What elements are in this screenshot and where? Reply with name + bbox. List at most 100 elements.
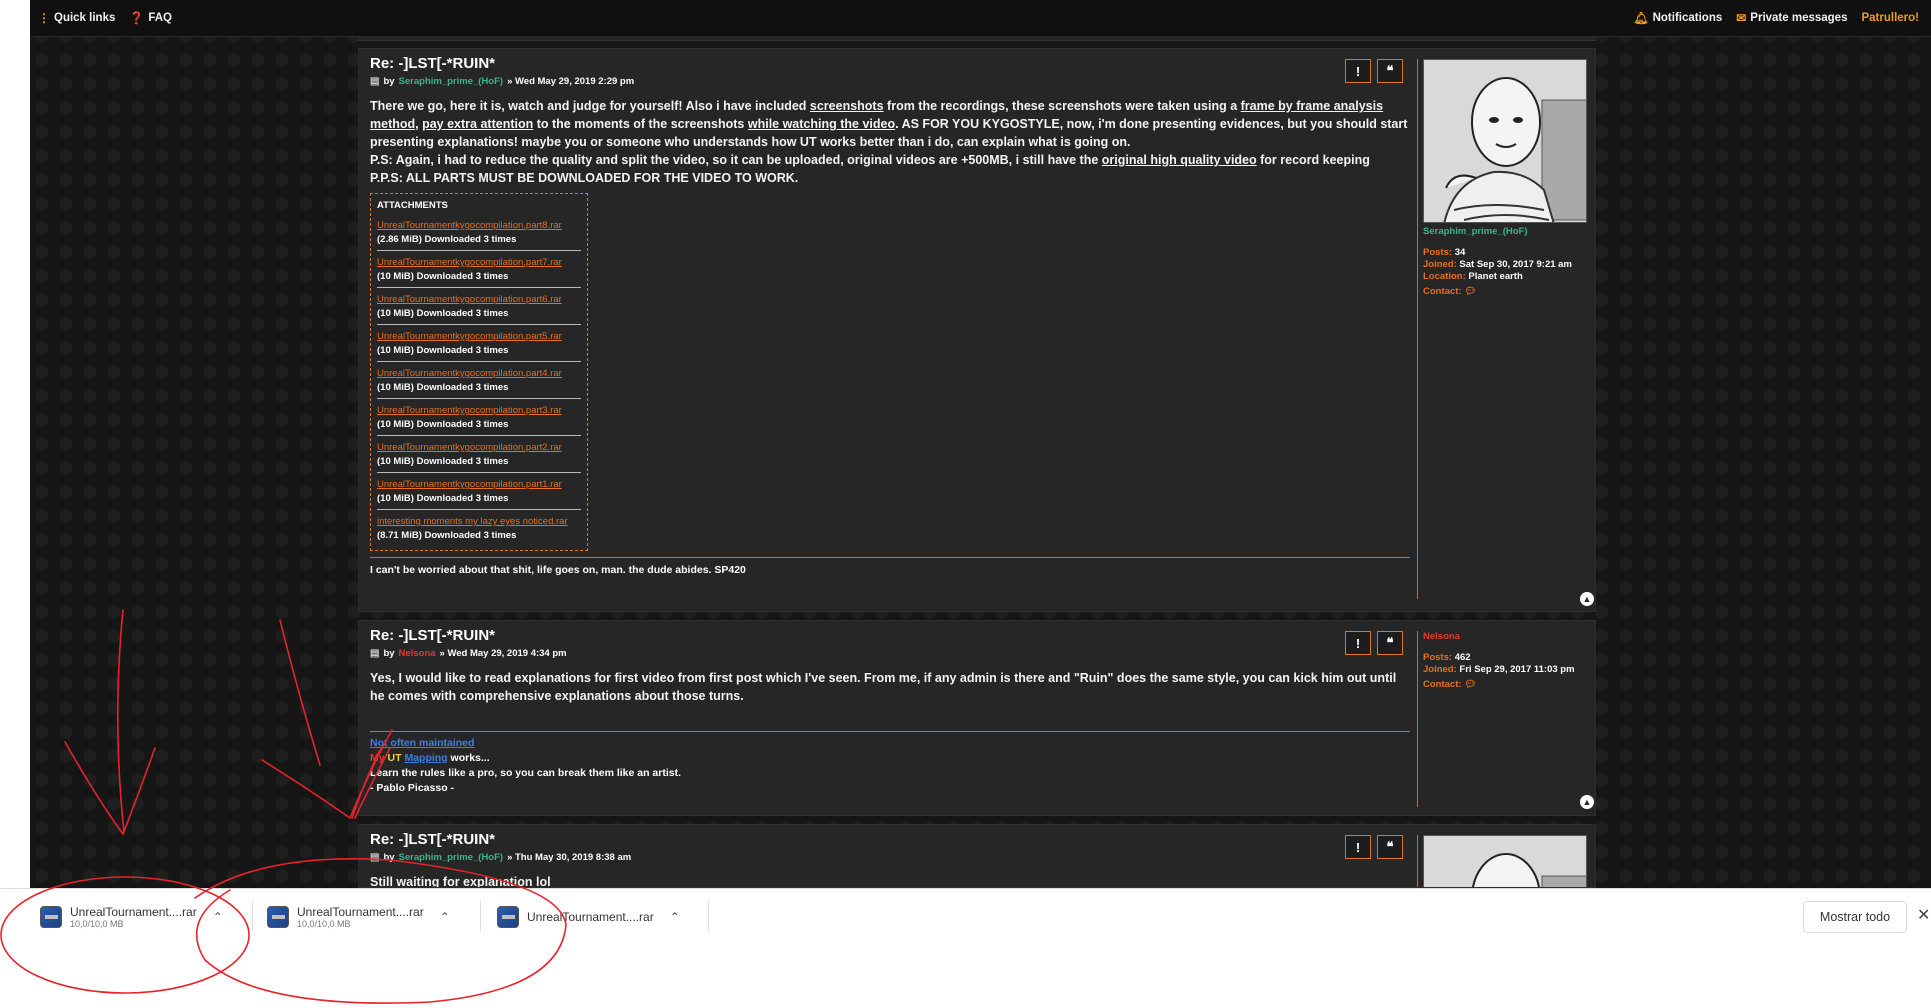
- author-link[interactable]: Nelsona: [399, 648, 436, 659]
- notifications-label: Notifications: [1652, 12, 1723, 24]
- profile-contact: Contact: 💬︎: [1423, 286, 1587, 298]
- location-label: Location:: [1423, 271, 1466, 282]
- notifications-link[interactable]: 🔔︎ Notifications: [1633, 11, 1722, 25]
- chevron-up-icon[interactable]: ⌃: [440, 910, 450, 924]
- close-icon[interactable]: ✕: [1917, 905, 1930, 925]
- top-navbar: ⋮ Quick links ❓ FAQ 🔔︎ Notifications ✉ P…: [30, 0, 1931, 37]
- contact-bubble-icon[interactable]: 💬︎: [1464, 286, 1476, 297]
- contact-bubble-icon[interactable]: 💬︎: [1464, 679, 1476, 690]
- not-often-maintained-link[interactable]: Not often maintained: [370, 737, 474, 749]
- private-messages-link[interactable]: ✉ Private messages: [1736, 11, 1847, 25]
- rar-file-icon: [497, 906, 519, 928]
- document-icon: ▤: [370, 648, 380, 659]
- profile-username[interactable]: Nelsona: [1423, 631, 1575, 642]
- posts-count[interactable]: 462: [1455, 652, 1471, 663]
- divider: [1417, 631, 1418, 807]
- show-all-button[interactable]: Mostrar todo: [1803, 901, 1907, 933]
- separator: [708, 901, 709, 931]
- download-item[interactable]: UnrealTournament....rar 10,0/10,0 MB ⌃: [267, 897, 450, 937]
- post-title[interactable]: Re: -]LST[-*RUIN*: [370, 55, 1410, 73]
- attachment-meta: (10 MiB) Downloaded 3 times: [377, 382, 509, 393]
- back-to-top-icon[interactable]: ▲: [1580, 592, 1594, 606]
- attachment-link[interactable]: UnrealTournamentkygocompilation.part7.ra…: [377, 257, 581, 269]
- attachment-item: UnrealTournamentkygocompilation.part2.ra…: [377, 439, 581, 473]
- separator: [480, 901, 481, 931]
- pay-attention-link[interactable]: pay extra attention: [422, 117, 533, 131]
- attachment-link[interactable]: interesting moments my lazy eyes noticed…: [377, 516, 581, 528]
- post-content: There we go, here it is, watch and judge…: [370, 97, 1410, 187]
- while-watching-link[interactable]: while watching the video: [748, 117, 895, 131]
- profile-username[interactable]: Seraphim_prime_(HoF): [1423, 226, 1587, 237]
- attachment-item: UnrealTournamentkygocompilation.part7.ra…: [377, 254, 581, 288]
- quick-links-menu[interactable]: ⋮ Quick links: [38, 11, 115, 25]
- location-value: Planet earth: [1468, 271, 1523, 282]
- private-messages-label: Private messages: [1750, 12, 1848, 24]
- attachment-item: UnrealTournamentkygocompilation.part6.ra…: [377, 291, 581, 325]
- quote-button[interactable]: ❝: [1377, 835, 1403, 859]
- chevron-up-icon[interactable]: ⌃: [670, 910, 680, 924]
- text: There we go, here it is, watch and judge…: [370, 99, 810, 113]
- signature: I can't be worried about that shit, life…: [370, 557, 1410, 576]
- menu-dots-icon: ⋮: [38, 11, 50, 25]
- post-actions: ! ❝: [1345, 835, 1403, 859]
- download-item[interactable]: UnrealTournament....rar 10,0/10,0 MB ⌃: [40, 897, 223, 937]
- faq-link[interactable]: ❓ FAQ: [129, 11, 172, 25]
- quote-button[interactable]: ❝: [1377, 631, 1403, 655]
- author-profile: [1423, 835, 1587, 887]
- contact-label: Contact:: [1423, 286, 1462, 297]
- author-link[interactable]: Seraphim_prime_(HoF): [399, 76, 504, 87]
- download-size: 10,0/10,0 MB: [70, 918, 124, 929]
- download-filename: UnrealTournament....rar: [70, 904, 197, 919]
- attachment-item: interesting moments my lazy eyes noticed…: [377, 513, 581, 546]
- report-button[interactable]: !: [1345, 835, 1371, 859]
- attachment-item: UnrealTournamentkygocompilation.part1.ra…: [377, 476, 581, 510]
- download-filename: UnrealTournament....rar: [527, 910, 654, 924]
- attachment-link[interactable]: UnrealTournamentkygocompilation.part2.ra…: [377, 442, 581, 454]
- signature: Not often maintained My UT Mapping works…: [370, 732, 1410, 796]
- attachment-link[interactable]: UnrealTournamentkygocompilation.part1.ra…: [377, 479, 581, 491]
- user-menu[interactable]: Patrullero!: [1861, 12, 1919, 24]
- original-video-link[interactable]: original high quality video: [1102, 153, 1257, 167]
- attachment-meta: (10 MiB) Downloaded 3 times: [377, 345, 509, 356]
- joined-label: Joined:: [1423, 259, 1457, 270]
- profile-joined: Joined: Fri Sep 29, 2017 11:03 pm: [1423, 664, 1575, 676]
- post-3: Re: -]LST[-*RUIN* ▤ by Seraphim_prime_(H…: [358, 824, 1596, 888]
- attachments-heading: ATTACHMENTS: [377, 200, 448, 211]
- post-title[interactable]: Re: -]LST[-*RUIN*: [370, 831, 1410, 849]
- downloads-bar: UnrealTournament....rar 10,0/10,0 MB ⌃ U…: [0, 888, 1931, 945]
- rar-file-icon: [40, 906, 62, 928]
- joined-date: Fri Sep 29, 2017 11:03 pm: [1459, 664, 1575, 675]
- avatar[interactable]: [1423, 59, 1587, 223]
- divider: [1417, 835, 1418, 887]
- post-title[interactable]: Re: -]LST[-*RUIN*: [370, 627, 1410, 645]
- download-filename: UnrealTournament....rar: [297, 904, 424, 919]
- screenshots-link[interactable]: screenshots: [810, 99, 884, 113]
- faq-label: FAQ: [148, 12, 172, 24]
- download-item[interactable]: UnrealTournament....rar ⌃: [497, 897, 680, 937]
- attachment-link[interactable]: UnrealTournamentkygocompilation.part6.ra…: [377, 294, 581, 306]
- mapping-link[interactable]: Mapping: [404, 752, 447, 764]
- joined-label: Joined:: [1423, 664, 1457, 675]
- posts-count[interactable]: 34: [1455, 247, 1466, 258]
- attachment-meta: (2.86 MiB) Downloaded 3 times: [377, 234, 517, 245]
- post-actions: ! ❝: [1345, 631, 1403, 655]
- profile-posts: Posts: 462: [1423, 652, 1575, 664]
- attachment-link[interactable]: UnrealTournamentkygocompilation.part3.ra…: [377, 405, 581, 417]
- author-profile: Nelsona Posts: 462 Joined: Fri Sep 29, 2…: [1423, 631, 1575, 691]
- attachment-link[interactable]: UnrealTournamentkygocompilation.part5.ra…: [377, 331, 581, 343]
- posts-label: Posts:: [1423, 652, 1453, 663]
- bell-icon: 🔔︎: [1633, 11, 1649, 25]
- avatar[interactable]: [1423, 835, 1587, 887]
- attachment-link[interactable]: UnrealTournamentkygocompilation.part4.ra…: [377, 368, 581, 380]
- report-button[interactable]: !: [1345, 631, 1371, 655]
- author-link[interactable]: Seraphim_prime_(HoF): [399, 852, 504, 863]
- chevron-up-icon[interactable]: ⌃: [213, 910, 223, 924]
- back-to-top-icon[interactable]: ▲: [1580, 795, 1594, 809]
- attachment-link[interactable]: UnrealTournamentkygocompilation.part8.ra…: [377, 220, 581, 232]
- post-byline: ▤ by Seraphim_prime_(HoF) » Thu May 30, …: [370, 852, 1410, 863]
- quote-button[interactable]: ❝: [1377, 59, 1403, 83]
- separator: [252, 901, 253, 931]
- report-button[interactable]: !: [1345, 59, 1371, 83]
- post-1: Re: -]LST[-*RUIN* ▤ by Seraphim_prime_(H…: [358, 48, 1596, 612]
- document-icon: ▤: [370, 852, 380, 863]
